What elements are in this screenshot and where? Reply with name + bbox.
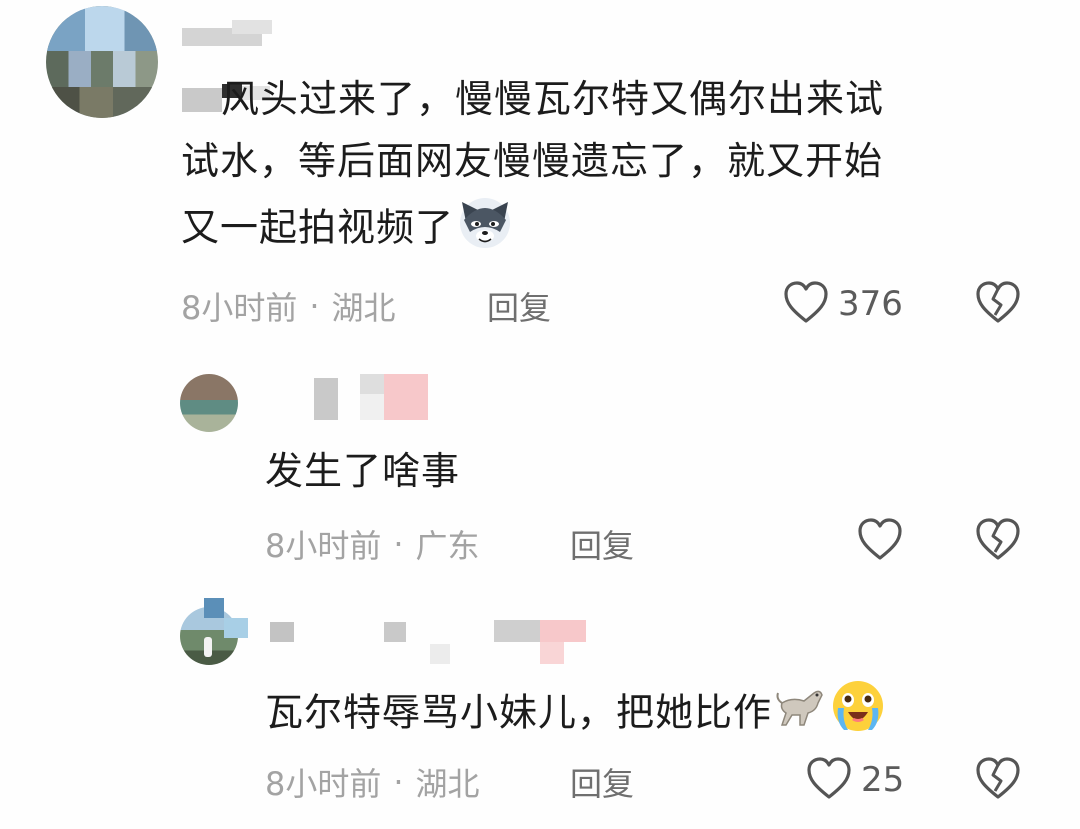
timestamp: 8小时前 bbox=[265, 765, 382, 803]
author-name-obscured[interactable] bbox=[204, 598, 594, 668]
timestamp: 8小时前 bbox=[181, 289, 298, 327]
location: 广东 bbox=[415, 527, 480, 565]
like-button[interactable] bbox=[856, 516, 904, 566]
heart-outline-icon bbox=[805, 755, 853, 805]
comment-text: 发生了啥事 bbox=[265, 440, 1025, 502]
comment-text-line: 发生了啥事 bbox=[265, 449, 461, 493]
author-name-obscured[interactable] bbox=[314, 374, 434, 422]
like-button[interactable]: 25 bbox=[805, 755, 904, 805]
avatar[interactable] bbox=[180, 374, 238, 432]
reply-button[interactable]: 回复 bbox=[570, 521, 634, 567]
comment-meta: 8小时前 · 湖北 bbox=[265, 759, 480, 805]
heart-outline-icon bbox=[782, 279, 830, 329]
comment-meta: 8小时前 · 广东 bbox=[265, 521, 480, 567]
timestamp: 8小时前 bbox=[265, 527, 382, 565]
reply-button[interactable]: 回复 bbox=[570, 759, 634, 805]
location: 湖北 bbox=[415, 765, 480, 803]
author-name-obscured[interactable] bbox=[182, 20, 282, 48]
dog-emoji bbox=[774, 681, 828, 749]
wolf-emoji bbox=[456, 192, 514, 268]
location: 湖北 bbox=[331, 289, 396, 327]
comment-text: 风头过来了，慢慢瓦尔特又偶尔出来试 试水，等后面网友慢慢遗忘了，就又开始 又一起… bbox=[181, 68, 1031, 268]
comment-meta: 8小时前 · 湖北 bbox=[181, 283, 396, 329]
broken-heart-icon[interactable] bbox=[974, 755, 1022, 805]
heart-outline-icon bbox=[856, 516, 904, 566]
crying-face-emoji bbox=[830, 678, 886, 752]
broken-heart-icon[interactable] bbox=[974, 279, 1022, 329]
reply-button[interactable]: 回复 bbox=[487, 283, 551, 329]
like-count: 376 bbox=[838, 284, 903, 324]
comment-text-line: 风头过来了，慢慢瓦尔特又偶尔出来试 bbox=[181, 77, 885, 121]
broken-heart-icon[interactable] bbox=[974, 516, 1022, 566]
avatar[interactable] bbox=[46, 6, 158, 118]
comment-text-line: 瓦尔特辱骂小妹儿，把她比作 bbox=[265, 690, 773, 735]
comment-text-line: 又一起拍视频了 bbox=[181, 205, 455, 250]
comment-text-line: 试水，等后面网友慢慢遗忘了，就又开始 bbox=[181, 139, 884, 183]
like-button[interactable]: 376 bbox=[782, 279, 903, 329]
comment-text: 瓦尔特辱骂小妹儿，把她比作 bbox=[265, 678, 1025, 752]
like-count: 25 bbox=[861, 760, 905, 800]
